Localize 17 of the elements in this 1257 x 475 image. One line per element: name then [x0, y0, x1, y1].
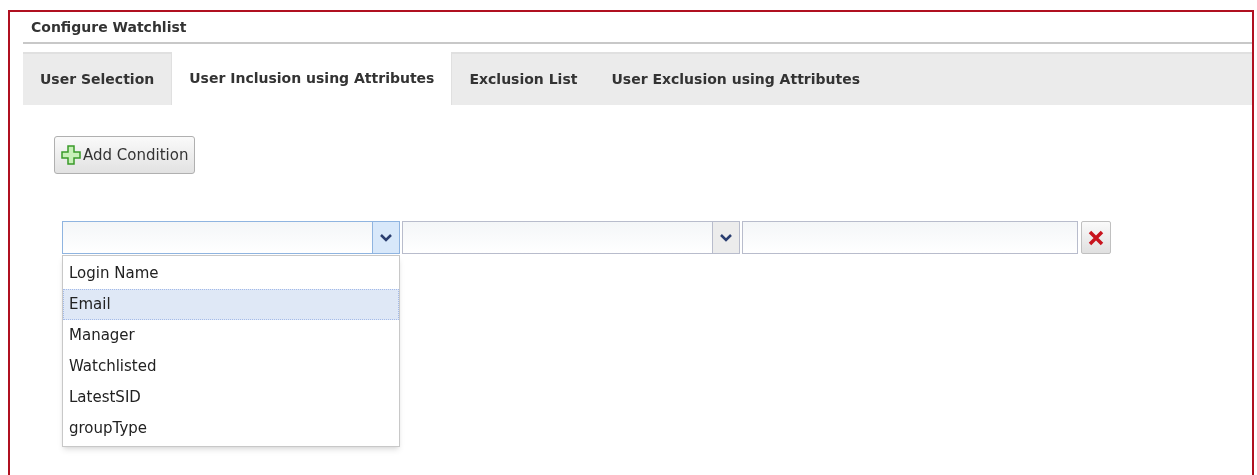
- delete-button[interactable]: [1081, 221, 1111, 254]
- dropdown-option[interactable]: Manager: [63, 320, 399, 351]
- panel-title: Configure Watchlist: [31, 17, 187, 37]
- plus-icon: [61, 145, 81, 165]
- operator-dropdown[interactable]: [402, 221, 740, 254]
- value-field[interactable]: [742, 221, 1078, 254]
- dropdown-option[interactable]: groupType: [63, 413, 399, 444]
- chevron-down-icon: [380, 233, 392, 242]
- add-condition-button[interactable]: Add Condition: [54, 136, 196, 174]
- dropdown-option[interactable]: Email: [63, 289, 399, 320]
- delete-icon: [1088, 229, 1104, 246]
- dropdown-option[interactable]: Watchlisted: [63, 351, 399, 382]
- attribute-dropdown[interactable]: [62, 221, 400, 254]
- dropdown-option[interactable]: LatestSID: [63, 382, 399, 413]
- dropdown-option[interactable]: Login Name: [63, 258, 399, 289]
- tab[interactable]: User Inclusion using Attributes: [171, 52, 453, 105]
- chevron-down-icon: [720, 233, 732, 242]
